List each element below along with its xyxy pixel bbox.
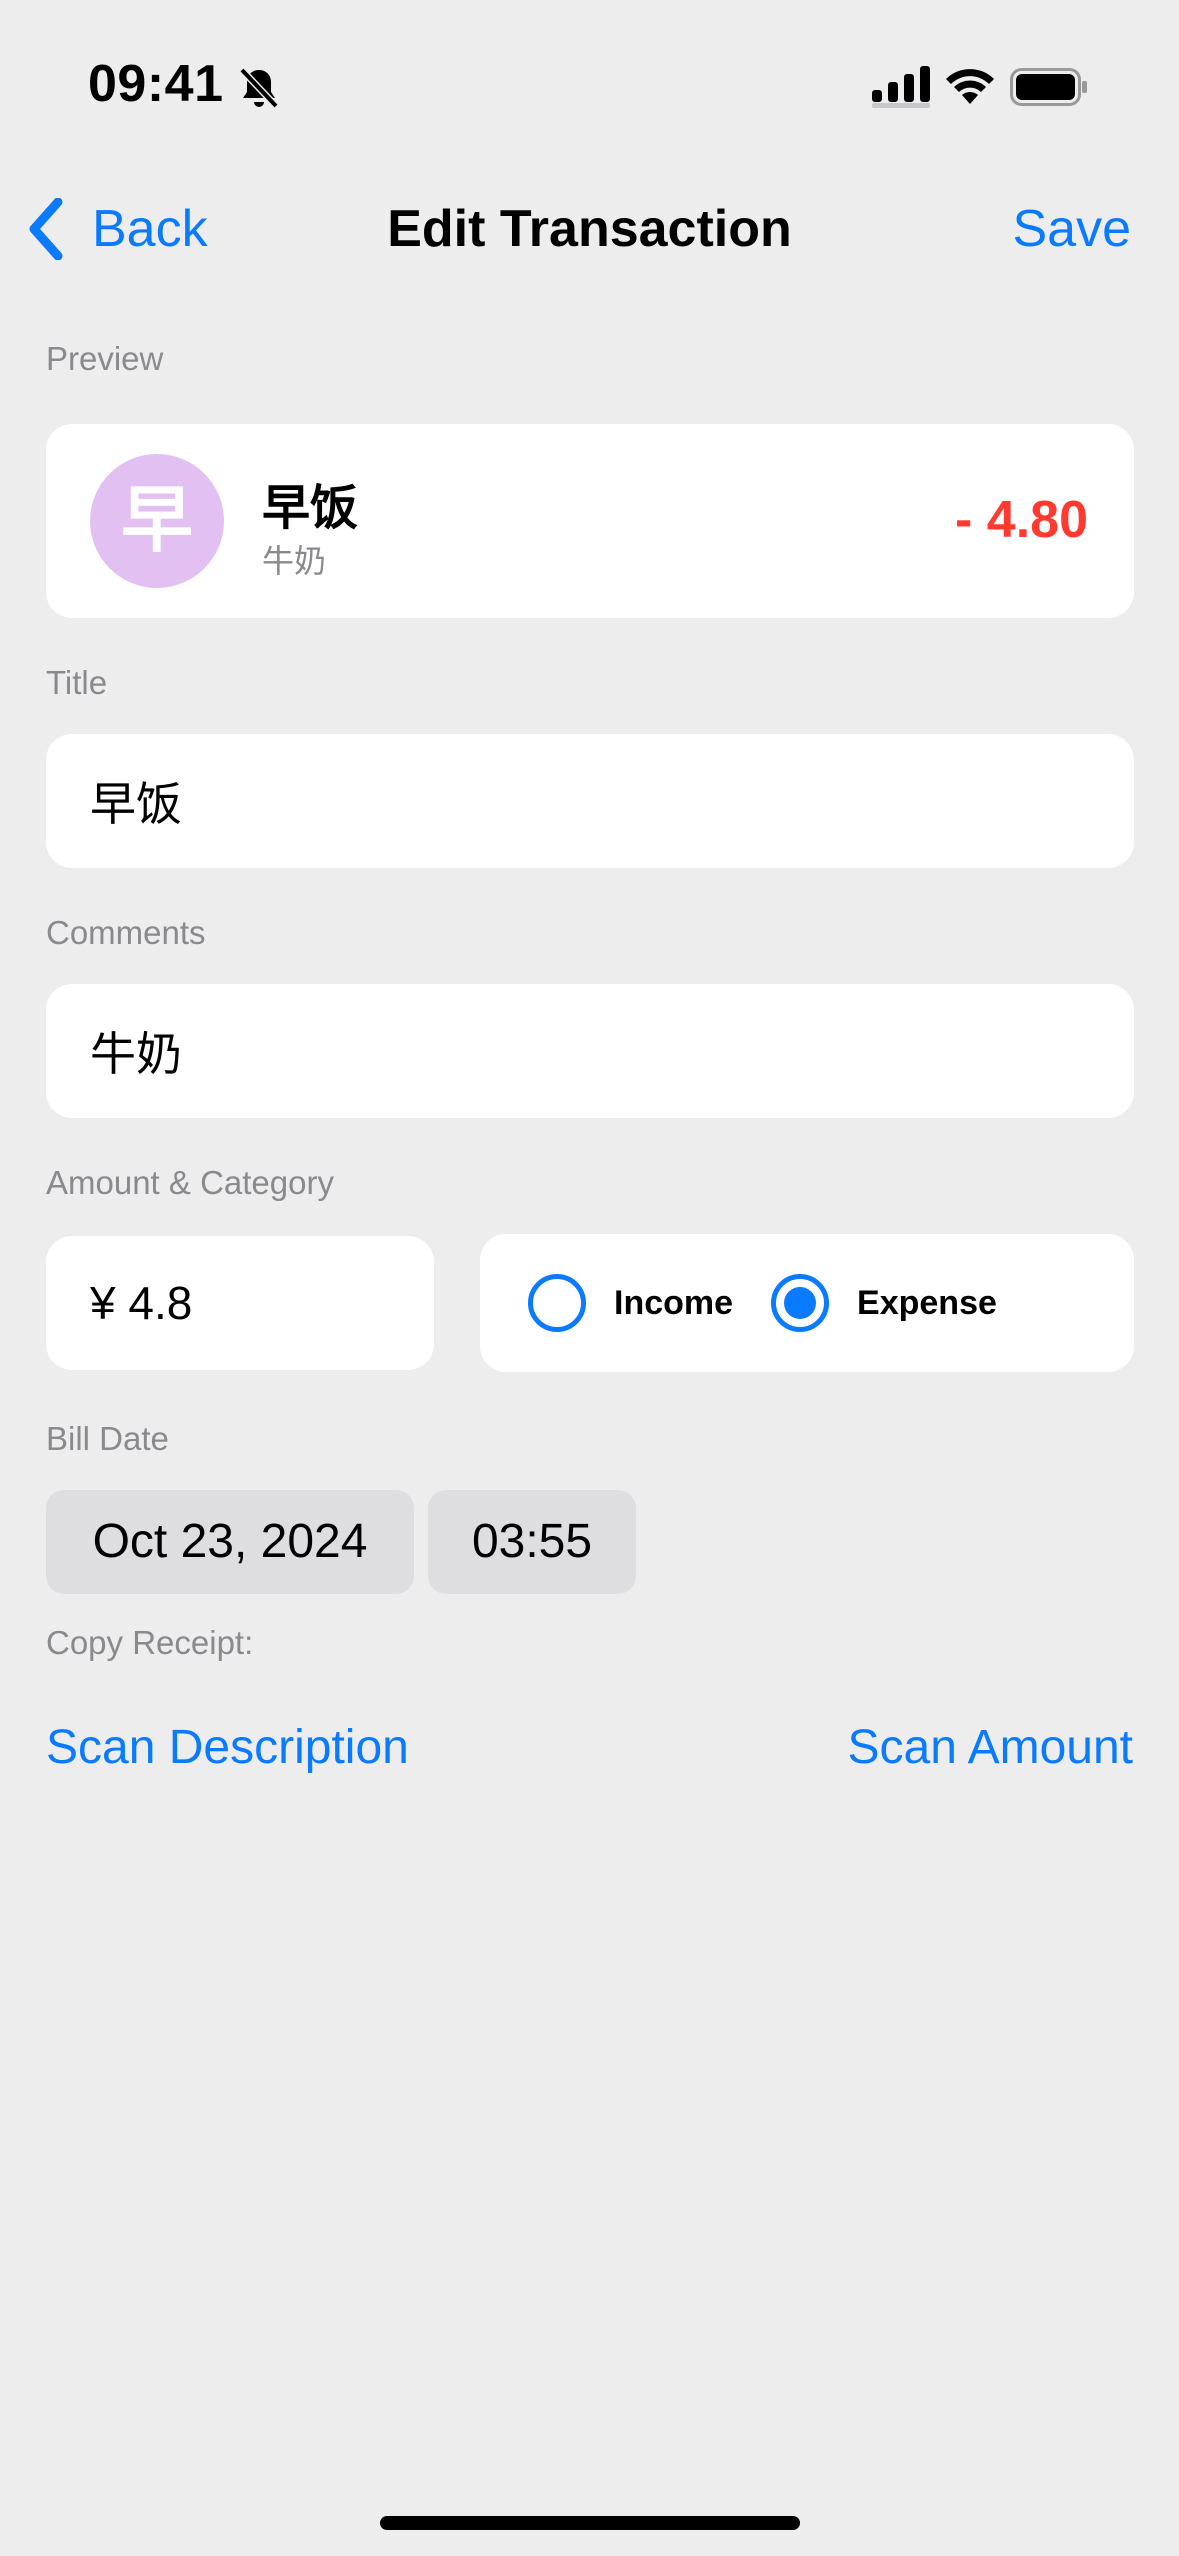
expense-label: Expense <box>857 1283 997 1322</box>
wifi-icon <box>946 69 994 104</box>
income-label: Income <box>614 1283 734 1322</box>
expense-radio[interactable] <box>771 1274 830 1332</box>
cellular-signal-icon <box>872 66 930 108</box>
bell-slash-icon <box>239 67 279 109</box>
amount-input[interactable]: ¥ 4.8 <box>46 1236 434 1370</box>
preview-title: 早饭 <box>262 482 359 535</box>
title-section-label: Title <box>46 664 108 701</box>
preview-subtitle: 牛奶 <box>262 543 327 579</box>
date-picker-button[interactable]: Oct 23, 2024 <box>46 1490 414 1594</box>
comments-input[interactable]: 牛奶 <box>46 984 1134 1118</box>
title-input[interactable]: 早饭 <box>46 734 1134 868</box>
title-input-value: 早饭 <box>90 778 182 830</box>
preview-section-label: Preview <box>46 340 164 377</box>
copy-receipt-label: Copy Receipt: <box>46 1624 254 1661</box>
bill-date-section-label: Bill Date <box>46 1420 169 1457</box>
edit-transaction-screen: 09:41 Back Edit Transaction Save Preview… <box>0 0 1179 2556</box>
preview-card: 早 早饭 牛奶 - 4.80 <box>46 424 1134 618</box>
scan-amount-button[interactable]: Scan Amount <box>847 1720 1133 1775</box>
status-bar: 09:41 <box>0 0 1179 170</box>
preview-amount: - 4.80 <box>955 491 1088 549</box>
comments-input-value: 牛奶 <box>90 1028 182 1080</box>
amount-input-value: ¥ 4.8 <box>90 1277 193 1329</box>
expense-radio-option[interactable]: Expense <box>771 1274 997 1332</box>
amount-category-section-label: Amount & Category <box>46 1164 334 1201</box>
scan-description-button[interactable]: Scan Description <box>46 1720 409 1775</box>
category-selector: Income Expense <box>480 1234 1134 1372</box>
comments-section-label: Comments <box>46 914 206 951</box>
home-indicator[interactable] <box>380 2516 800 2530</box>
category-avatar: 早 <box>90 454 224 588</box>
income-radio-option[interactable]: Income <box>528 1274 733 1332</box>
time-picker-button[interactable]: 03:55 <box>428 1490 636 1594</box>
status-time: 09:41 <box>88 55 224 113</box>
income-radio[interactable] <box>528 1274 586 1332</box>
battery-icon <box>1010 68 1087 106</box>
save-button[interactable]: Save <box>1012 196 1131 262</box>
page-title: Edit Transaction <box>387 200 792 258</box>
